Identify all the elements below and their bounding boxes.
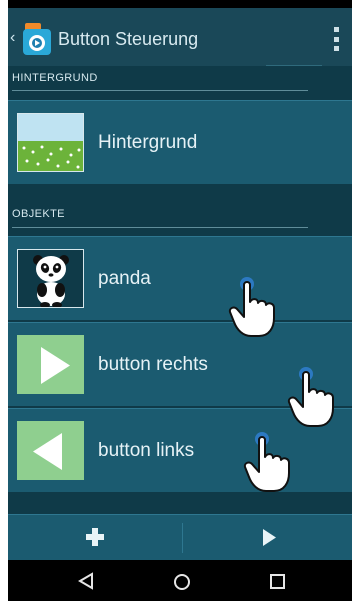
add-button[interactable] <box>8 515 182 561</box>
action-bar: ‹ Button Steuerung <box>8 8 352 66</box>
background-item[interactable]: Hintergrund <box>8 100 352 184</box>
object-item-button-rechts[interactable]: button rechts <box>8 322 352 406</box>
overflow-menu-icon[interactable] <box>332 27 340 51</box>
object-label-button-links: button links <box>98 440 195 461</box>
device-screen: ‹ Button Steuerung HINTERGRUND Hintergru… <box>8 0 352 601</box>
button-links-thumbnail <box>17 421 84 480</box>
status-bar <box>8 0 352 8</box>
app-title: Button Steuerung <box>58 29 199 49</box>
section-title-background: HINTERGRUND <box>12 72 98 84</box>
section-divider <box>12 227 308 228</box>
app-icon[interactable] <box>21 23 53 57</box>
bottom-bar <box>8 514 352 560</box>
nav-home-icon[interactable] <box>152 560 212 601</box>
chevron-left-icon[interactable]: ‹ <box>10 30 15 46</box>
section-header-objects: OBJEKTE <box>8 184 352 236</box>
object-item-panda[interactable]: panda <box>8 236 352 320</box>
section-divider <box>12 90 308 91</box>
panda-thumbnail <box>17 249 84 308</box>
section-header-background: HINTERGRUND <box>8 66 352 100</box>
navigation-bar <box>8 560 352 601</box>
section-title-objects: OBJEKTE <box>12 208 65 220</box>
button-rechts-thumbnail <box>17 335 84 394</box>
play-icon <box>263 529 276 546</box>
background-label: Hintergrund <box>98 132 198 153</box>
nav-recent-icon[interactable] <box>248 560 308 601</box>
plus-icon <box>86 528 104 546</box>
object-label-button-rechts: button rechts <box>98 354 208 375</box>
object-item-button-links[interactable]: button links <box>8 408 352 492</box>
background-thumbnail <box>17 113 84 172</box>
play-button[interactable] <box>183 515 352 561</box>
object-label-panda: panda <box>98 268 151 289</box>
nav-back-icon[interactable] <box>56 560 116 601</box>
